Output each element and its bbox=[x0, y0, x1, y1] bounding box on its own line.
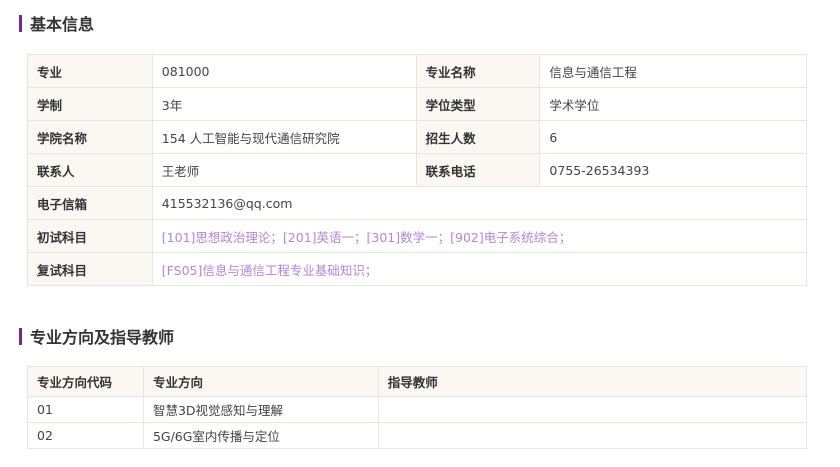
phone-value: 0755-26534393 bbox=[539, 153, 807, 187]
major-name-value: 信息与通信工程 bbox=[539, 54, 807, 88]
directions-heading: 专业方向及指导教师 bbox=[19, 324, 174, 348]
table-row: 联系人 王老师 联系电话 0755-26534393 bbox=[27, 153, 807, 187]
contact-label: 联系人 bbox=[27, 153, 153, 187]
email-label: 电子信箱 bbox=[27, 186, 153, 220]
basic-info-title: 基本信息 bbox=[30, 15, 95, 34]
college-value: 154 人工智能与现代通信研究院 bbox=[151, 120, 417, 154]
header-advisor: 指导教师 bbox=[377, 366, 808, 397]
exam-subjects-label: 初试科目 bbox=[27, 219, 153, 253]
degree-type-label: 学位类型 bbox=[415, 87, 541, 121]
directions-title: 专业方向及指导教师 bbox=[30, 328, 175, 347]
table-row: 专业 081000 专业名称 信息与通信工程 bbox=[27, 54, 807, 88]
exam-subjects-link[interactable]: [101]思想政治理论；[201]英语一；[301]数学一；[902]电子系统综… bbox=[151, 219, 808, 253]
major-label: 专业 bbox=[27, 54, 153, 88]
table-row: 学院名称 154 人工智能与现代通信研究院 招生人数 6 bbox=[27, 120, 807, 154]
table-row: 02 5G/6G室内传播与定位 bbox=[27, 422, 808, 449]
retest-subjects-link[interactable]: [FS05]信息与通信工程专业基础知识； bbox=[151, 252, 808, 286]
quota-value: 6 bbox=[539, 120, 807, 154]
header-code: 专业方向代码 bbox=[27, 366, 144, 397]
phone-label: 联系电话 bbox=[415, 153, 541, 187]
duration-label: 学制 bbox=[27, 87, 153, 121]
table-row: 复试科目 [FS05]信息与通信工程专业基础知识； bbox=[27, 252, 808, 286]
basic-info-table: 专业 081000 专业名称 信息与通信工程 学制 3年 学位类型 学术学位 学… bbox=[27, 54, 808, 286]
table-row: 电子信箱 415532136@qq.com bbox=[27, 186, 808, 220]
quota-label: 招生人数 bbox=[415, 120, 541, 154]
direction-code: 01 bbox=[27, 396, 144, 423]
major-value: 081000 bbox=[151, 54, 417, 88]
direction-name: 智慧3D视觉感知与理解 bbox=[142, 396, 379, 423]
heading-accent-bar bbox=[19, 14, 22, 32]
table-row: 学制 3年 学位类型 学术学位 bbox=[27, 87, 807, 121]
table-header-row: 专业方向代码 专业方向 指导教师 bbox=[27, 366, 808, 397]
basic-info-heading: 基本信息 bbox=[19, 11, 94, 35]
table-row: 初试科目 [101]思想政治理论；[201]英语一；[301]数学一；[902]… bbox=[27, 219, 808, 253]
header-direction: 专业方向 bbox=[142, 366, 379, 397]
degree-type-value: 学术学位 bbox=[539, 87, 807, 121]
direction-advisor bbox=[377, 396, 808, 423]
retest-subjects-label: 复试科目 bbox=[27, 252, 153, 286]
directions-table: 专业方向代码 专业方向 指导教师 01 智慧3D视觉感知与理解 02 5G/6G… bbox=[27, 366, 808, 449]
email-value: 415532136@qq.com bbox=[151, 186, 808, 220]
major-name-label: 专业名称 bbox=[415, 54, 541, 88]
direction-code: 02 bbox=[27, 422, 144, 449]
duration-value: 3年 bbox=[151, 87, 417, 121]
direction-advisor bbox=[377, 422, 808, 449]
heading-accent-bar bbox=[19, 327, 22, 345]
direction-name: 5G/6G室内传播与定位 bbox=[142, 422, 379, 449]
college-label: 学院名称 bbox=[27, 120, 153, 154]
table-row: 01 智慧3D视觉感知与理解 bbox=[27, 396, 808, 423]
contact-value: 王老师 bbox=[151, 153, 417, 187]
